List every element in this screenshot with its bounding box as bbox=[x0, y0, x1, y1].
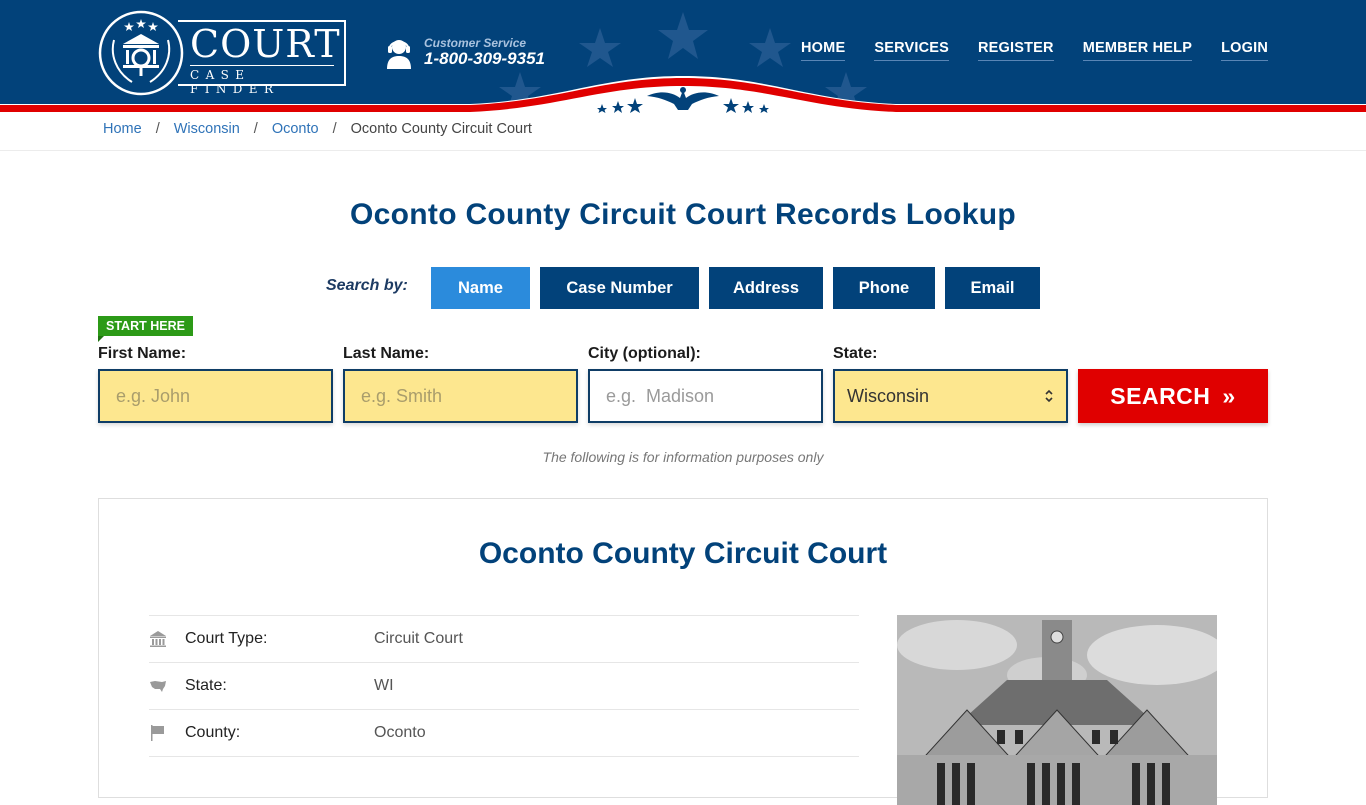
tab-email[interactable]: Email bbox=[945, 267, 1040, 309]
breadcrumb-wisconsin[interactable]: Wisconsin bbox=[174, 121, 240, 137]
breadcrumb-home[interactable]: Home bbox=[103, 121, 142, 137]
search-tabs: Name Case Number Address Phone Email bbox=[431, 267, 1040, 309]
headset-support-icon bbox=[387, 40, 411, 69]
nav-login[interactable]: LOGIN bbox=[1221, 40, 1268, 61]
nav-register[interactable]: REGISTER bbox=[978, 40, 1054, 61]
detail-value: WI bbox=[374, 677, 394, 694]
bg-star-icon bbox=[658, 12, 708, 59]
main-nav: HOME SERVICES REGISTER MEMBER HELP LOGIN bbox=[801, 40, 1268, 61]
us-map-icon bbox=[150, 681, 166, 692]
double-chevron-right-icon: » bbox=[1222, 382, 1236, 409]
courthouse-photo bbox=[897, 615, 1217, 805]
disclaimer-text: The following is for information purpose… bbox=[542, 449, 824, 465]
city-field: City (optional): bbox=[588, 344, 823, 423]
court-info-card: Oconto County Circuit Court Court Type: … bbox=[98, 498, 1268, 805]
logo-court-text: COURT bbox=[190, 22, 341, 66]
flag-icon bbox=[151, 725, 164, 741]
state-select[interactable]: Wisconsin bbox=[833, 369, 1068, 423]
first-name-input[interactable] bbox=[98, 369, 333, 423]
breadcrumb-divider bbox=[0, 150, 1366, 151]
breadcrumb-separator: / bbox=[253, 121, 258, 137]
detail-row-divider bbox=[149, 756, 859, 803]
customer-service-label: Customer Service bbox=[424, 36, 527, 50]
last-name-label: Last Name: bbox=[343, 345, 430, 362]
logo-wordmark: COURT CASE FINDER bbox=[178, 20, 346, 96]
detail-value: Circuit Court bbox=[374, 630, 463, 647]
breadcrumb-separator: / bbox=[155, 121, 160, 137]
select-updown-icon bbox=[1045, 389, 1053, 403]
tab-phone[interactable]: Phone bbox=[833, 267, 935, 309]
breadcrumb: Home / Wisconsin / Oconto / Oconto Count… bbox=[103, 121, 532, 137]
courthouse-icon bbox=[150, 631, 166, 647]
tab-address[interactable]: Address bbox=[709, 267, 823, 309]
detail-row-state: State: WI bbox=[149, 662, 859, 709]
search-button-label: SEARCH bbox=[1110, 382, 1211, 409]
state-select-value: Wisconsin bbox=[847, 385, 930, 406]
site-header: COURT CASE FINDER Customer Service 1-800… bbox=[0, 0, 1366, 113]
start-here-badge: START HERE bbox=[98, 316, 193, 336]
breadcrumb-current: Oconto County Circuit Court bbox=[350, 121, 532, 137]
search-button[interactable]: SEARCH » bbox=[1078, 369, 1268, 423]
detail-key: County: bbox=[185, 724, 241, 741]
page-title: Oconto County Circuit Court Records Look… bbox=[350, 198, 1016, 231]
nav-home[interactable]: HOME bbox=[801, 40, 846, 61]
breadcrumb-separator: / bbox=[332, 121, 337, 137]
last-name-field: Last Name: bbox=[343, 344, 578, 423]
first-name-label: First Name: bbox=[98, 345, 187, 362]
breadcrumb-oconto[interactable]: Oconto bbox=[272, 121, 319, 137]
city-label: City (optional): bbox=[588, 345, 701, 362]
detail-key: Court Type: bbox=[185, 630, 268, 647]
detail-key: State: bbox=[185, 677, 227, 694]
logo-case-finder-text: CASE FINDER bbox=[190, 68, 280, 96]
bg-star-icon bbox=[749, 28, 791, 67]
logo-divider bbox=[190, 65, 334, 66]
court-details-table: Court Type: Circuit Court State: WI Coun… bbox=[149, 615, 859, 803]
tab-case-number[interactable]: Case Number bbox=[540, 267, 699, 309]
start-here-badge-tail bbox=[98, 336, 104, 342]
search-by-label: Search by: bbox=[326, 277, 408, 294]
nav-member-help[interactable]: MEMBER HELP bbox=[1082, 40, 1193, 61]
detail-row-court-type: Court Type: Circuit Court bbox=[149, 615, 859, 662]
state-field: State: Wisconsin bbox=[833, 344, 1068, 423]
site-logo[interactable]: COURT CASE FINDER bbox=[98, 10, 348, 96]
courthouse-magnifier-logo-icon bbox=[98, 10, 184, 96]
first-name-field: First Name: bbox=[98, 344, 333, 423]
customer-service-phone[interactable]: 1-800-309-9351 bbox=[424, 49, 545, 69]
court-title: Oconto County Circuit Court bbox=[478, 537, 888, 570]
city-input[interactable] bbox=[588, 369, 823, 423]
tab-name[interactable]: Name bbox=[431, 267, 530, 309]
state-label: State: bbox=[833, 345, 878, 362]
detail-row-county: County: Oconto bbox=[149, 709, 859, 756]
bg-star-icon bbox=[579, 28, 621, 67]
detail-value: Oconto bbox=[374, 724, 426, 741]
nav-services[interactable]: SERVICES bbox=[874, 40, 949, 61]
last-name-input[interactable] bbox=[343, 369, 578, 423]
